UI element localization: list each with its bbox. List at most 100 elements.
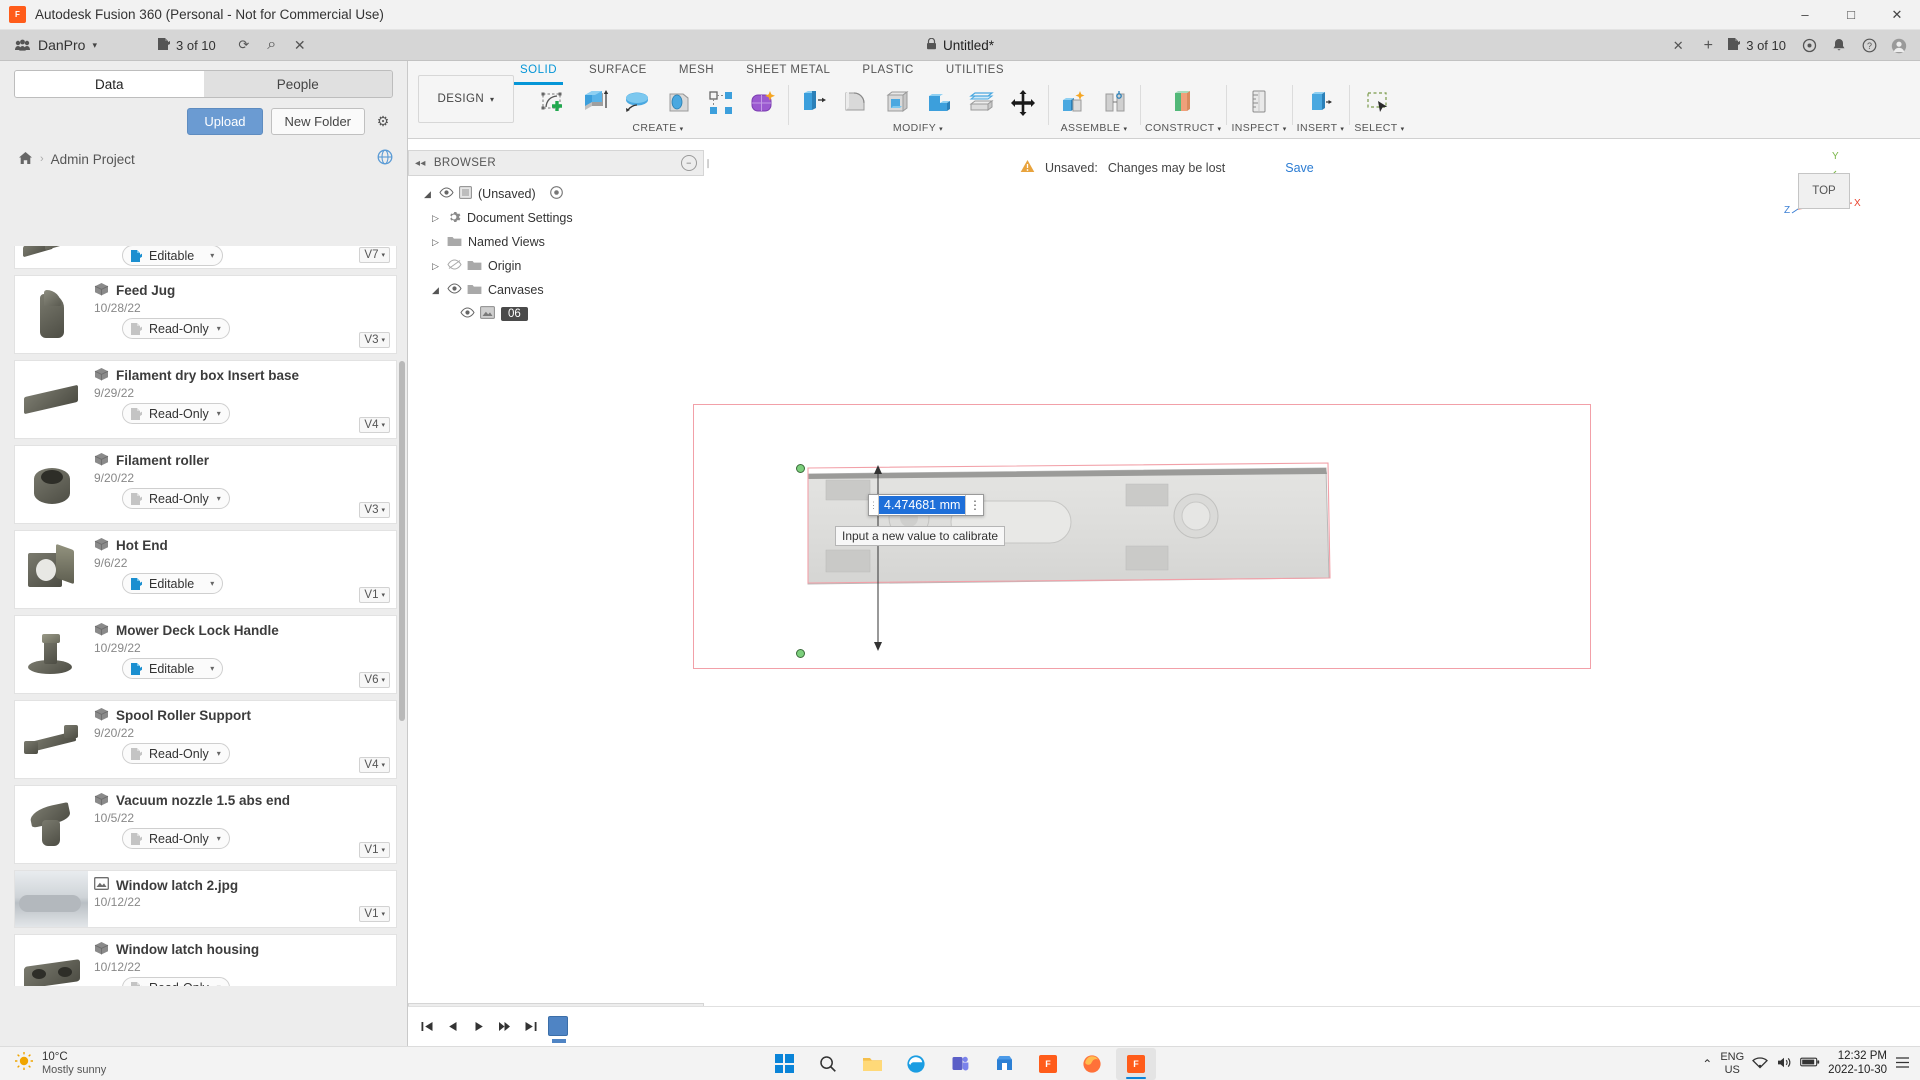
view-cube[interactable]: Y X Z TOP xyxy=(1784,151,1864,231)
language-indicator[interactable]: ENG US xyxy=(1720,1051,1744,1075)
maximize-button[interactable]: □ xyxy=(1828,0,1874,30)
dimension-input-field[interactable]: ⋮ 4.474681 mm ⋮ xyxy=(868,494,984,516)
volume-icon[interactable] xyxy=(1776,1056,1792,1072)
tree-node-unsaved[interactable]: ◢ (Unsaved) xyxy=(408,182,708,206)
ribbon-group-inspect-label[interactable]: INSPECT▾ xyxy=(1231,122,1286,134)
new-folder-button[interactable]: New Folder xyxy=(271,108,365,135)
list-item[interactable]: Window latch 2.jpg 10/12/22 V1 ▾ xyxy=(14,870,397,928)
upload-button[interactable]: Upload xyxy=(187,108,262,135)
shell-icon[interactable] xyxy=(877,83,917,123)
ribbon-group-select-label[interactable]: SELECT▾ xyxy=(1354,122,1404,134)
item-version-badge[interactable]: V1 ▾ xyxy=(359,906,390,922)
insert-derive-icon[interactable] xyxy=(1300,83,1340,123)
tab-people[interactable]: People xyxy=(204,71,393,97)
timeline-marker[interactable] xyxy=(548,1016,568,1036)
tree-node-document-settings[interactable]: ▷ Document Settings xyxy=(408,206,708,230)
jobs-status-left[interactable]: 3 of 10 xyxy=(157,37,216,54)
visibility-eye-icon[interactable] xyxy=(447,283,461,297)
new-tab-icon[interactable]: + xyxy=(1693,33,1723,59)
create-sketch-icon[interactable] xyxy=(533,83,573,123)
browser-tree[interactable]: ◢ (Unsaved) ▷ Document Settings xyxy=(408,182,708,326)
dimension-drag-handle[interactable]: ⋮ xyxy=(869,495,879,515)
notifications-bell-icon[interactable] xyxy=(1824,33,1854,59)
home-icon[interactable] xyxy=(18,151,33,168)
list-item[interactable]: 10/1/22 Editable ▾ V7 ▾ xyxy=(14,246,397,269)
dimension-value[interactable]: 4.474681 mm xyxy=(879,496,965,514)
ribbon-group-construct-label[interactable]: CONSTRUCT▾ xyxy=(1145,122,1221,134)
view-cube-top-face[interactable]: TOP xyxy=(1798,173,1850,209)
gear-icon[interactable]: ⚙ xyxy=(373,112,393,132)
timeline-step-back-button[interactable] xyxy=(440,1014,465,1039)
hub-name-label[interactable]: DanPro xyxy=(38,37,85,53)
document-close-icon[interactable]: ✕ xyxy=(1663,33,1693,59)
tab-sheet-metal[interactable]: SHEET METAL xyxy=(730,61,846,83)
minimize-button[interactable]: – xyxy=(1782,0,1828,30)
timeline-play-button[interactable] xyxy=(466,1014,491,1039)
item-permission-dropdown[interactable]: Editable ▾ xyxy=(122,246,223,266)
item-permission-dropdown[interactable]: Editable ▾ xyxy=(122,573,223,594)
store-icon[interactable] xyxy=(984,1048,1024,1080)
tree-node-canvas-06[interactable]: 06 xyxy=(408,302,708,326)
jobs-status-right[interactable]: 3 of 10 xyxy=(1727,37,1786,54)
list-item[interactable]: Window latch housing 10/12/22 Read-Only … xyxy=(14,934,397,986)
document-tab[interactable]: Untitled* xyxy=(926,38,994,53)
tree-node-named-views[interactable]: ▷ Named Views xyxy=(408,230,708,254)
item-permission-dropdown[interactable]: Read-Only ▾ xyxy=(122,977,230,986)
extensions-icon[interactable] xyxy=(1794,33,1824,59)
tab-utilities[interactable]: UTILITIES xyxy=(930,61,1020,83)
ribbon-group-assemble-label[interactable]: ASSEMBLE▾ xyxy=(1061,122,1128,134)
item-version-badge[interactable]: V6 ▾ xyxy=(359,672,390,688)
refresh-icon[interactable]: ⟳ xyxy=(230,32,258,58)
item-permission-dropdown[interactable]: Read-Only ▾ xyxy=(122,403,230,424)
notification-center-icon[interactable] xyxy=(1895,1056,1910,1072)
move-copy-icon[interactable] xyxy=(1003,83,1043,123)
revolve-icon[interactable] xyxy=(617,83,657,123)
canvas-name-badge[interactable]: 06 xyxy=(501,307,528,321)
expand-triangle-icon[interactable]: ▷ xyxy=(430,237,441,248)
component-activate-icon[interactable] xyxy=(550,186,563,202)
list-item[interactable]: Filament dry box Insert base 9/29/22 Rea… xyxy=(14,360,397,439)
sketch-point-start[interactable] xyxy=(796,464,805,473)
dimension-options-icon[interactable]: ⋮ xyxy=(965,495,983,515)
tab-solid[interactable]: SOLID xyxy=(504,61,573,83)
close-panel-icon[interactable]: ✕ xyxy=(286,32,314,58)
sketch-point-end[interactable] xyxy=(796,649,805,658)
visibility-eye-off-icon[interactable] xyxy=(447,259,461,273)
visibility-eye-icon[interactable] xyxy=(460,307,474,321)
teams-icon[interactable] xyxy=(940,1048,980,1080)
project-globe-icon[interactable] xyxy=(377,149,393,169)
tab-mesh[interactable]: MESH xyxy=(663,61,730,83)
edge-icon[interactable] xyxy=(896,1048,936,1080)
list-item[interactable]: Feed Jug 10/28/22 Read-Only ▾ V3 ▾ xyxy=(14,275,397,354)
list-item[interactable]: Filament roller 9/20/22 Read-Only ▾ V3 ▾ xyxy=(14,445,397,524)
measure-icon[interactable] xyxy=(1239,83,1279,123)
timeline-step-forward-button[interactable] xyxy=(492,1014,517,1039)
ribbon-group-modify-label[interactable]: MODIFY▾ xyxy=(893,122,943,134)
item-version-badge[interactable]: V7 ▾ xyxy=(359,247,390,263)
list-item[interactable]: Mower Deck Lock Handle 10/29/22 Editable… xyxy=(14,615,397,694)
tree-node-origin[interactable]: ▷ Origin xyxy=(408,254,708,278)
timeline-end-button[interactable] xyxy=(518,1014,543,1039)
list-item[interactable]: Vacuum nozzle 1.5 abs end 10/5/22 Read-O… xyxy=(14,785,397,864)
fillet-icon[interactable] xyxy=(835,83,875,123)
select-window-icon[interactable] xyxy=(1359,83,1399,123)
account-avatar-icon[interactable] xyxy=(1884,33,1914,59)
chevron-up-icon[interactable]: ⌃ xyxy=(1702,1057,1712,1071)
offset-plane-icon[interactable] xyxy=(1163,83,1203,123)
start-button[interactable] xyxy=(764,1048,804,1080)
firefox-icon[interactable] xyxy=(1072,1048,1112,1080)
expand-triangle-icon[interactable]: ◢ xyxy=(422,189,433,200)
list-item[interactable]: Hot End 9/6/22 Editable ▾ V1 ▾ xyxy=(14,530,397,609)
expand-triangle-icon[interactable]: ◢ xyxy=(430,285,441,296)
fusion-icon[interactable]: F xyxy=(1028,1048,1068,1080)
workspace-switcher-design[interactable]: DESIGN ▾ xyxy=(418,75,514,123)
hub-chevron-down-icon[interactable]: ▾ xyxy=(92,40,97,51)
combine-icon[interactable] xyxy=(919,83,959,123)
minimize-icon[interactable]: − xyxy=(681,155,697,171)
form-icon[interactable] xyxy=(743,83,783,123)
data-panel-item-list[interactable]: 10/1/22 Editable ▾ V7 ▾ xyxy=(0,246,407,986)
tree-node-canvases[interactable]: ◢ Canvases xyxy=(408,278,708,302)
item-version-badge[interactable]: V1 ▾ xyxy=(359,587,390,603)
item-version-badge[interactable]: V1 ▾ xyxy=(359,842,390,858)
new-component-icon[interactable] xyxy=(1053,83,1093,123)
